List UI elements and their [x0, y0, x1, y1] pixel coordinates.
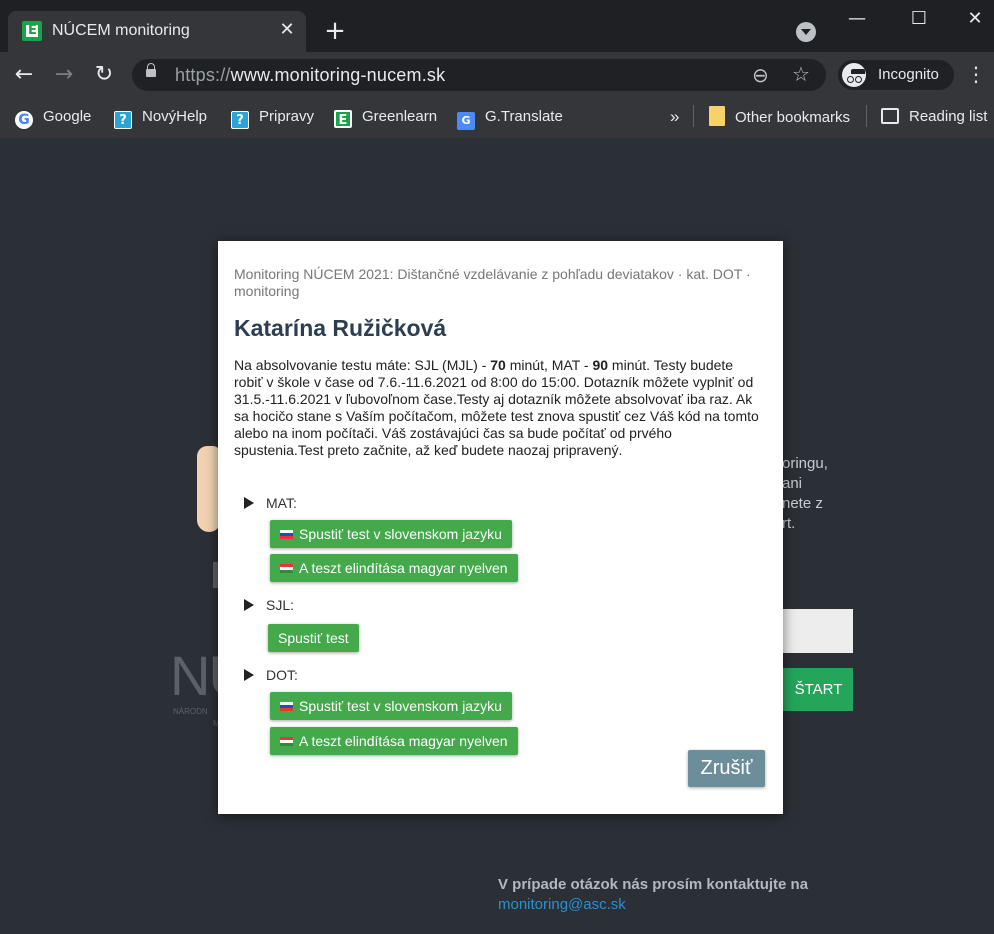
- section-dot[interactable]: DOT:: [244, 667, 298, 683]
- sjl-minutes: 70: [490, 357, 506, 373]
- mat-minutes: 90: [592, 357, 609, 373]
- bookmark-novyhelp[interactable]: ? NovýHelp: [114, 106, 207, 129]
- help-icon: ?: [114, 111, 132, 129]
- other-bookmarks[interactable]: Other bookmarks: [709, 106, 850, 128]
- section-sjl[interactable]: SJL:: [244, 597, 294, 613]
- dialog-description: Na absolvovanie testu máte: SJL (MJL) - …: [234, 357, 759, 458]
- dot-start-hu-button[interactable]: A teszt elindítása magyar nyelven: [270, 727, 518, 755]
- browser-toolbar: ← → ↻ https://www.monitoring-nucem.sk ⊖ …: [0, 52, 994, 97]
- slovak-flag-icon: [280, 702, 293, 711]
- mat-start-sk-button[interactable]: Spustiť test v slovenskom jazyku: [270, 520, 512, 548]
- cancel-button[interactable]: Zrušiť: [688, 750, 765, 787]
- back-icon[interactable]: ←: [10, 61, 38, 89]
- slovak-flag-icon: [280, 530, 293, 539]
- help-icon: ?: [231, 111, 249, 129]
- forward-icon[interactable]: →: [50, 61, 78, 89]
- intro-text-line: nete z: [782, 495, 823, 512]
- new-tab-icon[interactable]: +: [322, 18, 348, 45]
- bookmark-star-icon[interactable]: ☆: [792, 62, 810, 86]
- zoom-out-icon[interactable]: ⊖: [752, 63, 769, 87]
- contact-info: V prípade otázok nás prosím kontaktujte …: [498, 875, 808, 915]
- incognito-badge[interactable]: Incognito: [838, 60, 954, 90]
- incognito-label: Incognito: [878, 66, 939, 83]
- contact-email-link[interactable]: monitoring@asc.sk: [498, 896, 626, 913]
- incognito-icon: [842, 63, 866, 87]
- tab-close-icon[interactable]: ✕: [276, 19, 298, 41]
- section-mat[interactable]: MAT:: [244, 495, 297, 511]
- tab-strip: E NÚCEM monitoring ✕ + — ☐ ✕: [0, 0, 994, 52]
- bookmark-pripravy[interactable]: ? Pripravy: [231, 106, 314, 129]
- intro-text-line: oringu,: [782, 455, 828, 472]
- logo-subtitle: NÁRODN: [173, 707, 208, 716]
- bookmark-separator: [693, 105, 694, 127]
- more-bookmarks-icon[interactable]: »: [670, 106, 679, 128]
- minimize-icon[interactable]: —: [842, 8, 872, 30]
- intro-text-line: rt.: [782, 515, 796, 532]
- folder-icon: [709, 106, 725, 126]
- expand-triangle-icon[interactable]: [244, 669, 254, 681]
- expand-triangle-icon[interactable]: [244, 599, 254, 611]
- bookmarks-bar: G Google ? NovýHelp ? Pripravy E Greenlearn …: [0, 97, 994, 139]
- hungarian-flag-icon: [280, 737, 293, 746]
- reading-list-icon: [881, 108, 899, 124]
- maximize-icon[interactable]: ☐: [904, 8, 934, 30]
- google-icon: G: [15, 111, 33, 129]
- reload-icon[interactable]: ↻: [90, 61, 118, 89]
- tab-nucem[interactable]: E NÚCEM monitoring ✕: [8, 11, 306, 52]
- url-text[interactable]: https://www.monitoring-nucem.sk: [175, 65, 445, 86]
- address-bar[interactable]: https://www.monitoring-nucem.sk ⊖ ☆: [132, 59, 826, 91]
- hungarian-flag-icon: [280, 564, 293, 573]
- mat-start-hu-button[interactable]: A teszt elindítása magyar nyelven: [270, 554, 518, 582]
- bookmark-gtranslate[interactable]: G G.Translate: [457, 106, 563, 130]
- nucem-favicon-icon: E: [22, 21, 42, 41]
- greenlearn-icon: E: [334, 110, 352, 128]
- kebab-menu-icon[interactable]: ⋮: [966, 62, 986, 86]
- bookmark-greenlearn[interactable]: E Greenlearn: [334, 106, 437, 128]
- student-name: Katarína Ružičková: [234, 315, 447, 341]
- intro-text-line: ani: [782, 475, 803, 492]
- bookmark-google[interactable]: G Google: [15, 106, 91, 129]
- tab-search-icon[interactable]: [796, 22, 816, 42]
- close-window-icon[interactable]: ✕: [960, 8, 990, 30]
- sjl-start-button[interactable]: Spustiť test: [268, 624, 359, 652]
- lock-icon[interactable]: [146, 63, 156, 77]
- bookmark-separator: [866, 105, 867, 127]
- test-start-dialog: Monitoring NÚCEM 2021: Dištančné vzdeláv…: [218, 241, 783, 814]
- dot-start-sk-button[interactable]: Spustiť test v slovenskom jazyku: [270, 692, 512, 720]
- contact-text: V prípade otázok nás prosím kontaktujte …: [498, 876, 809, 893]
- tab-title: NÚCEM monitoring: [52, 22, 190, 39]
- expand-triangle-icon[interactable]: [244, 497, 254, 509]
- dialog-subtitle: Monitoring NÚCEM 2021: Dištančné vzdeláv…: [234, 266, 751, 299]
- reading-list[interactable]: Reading list: [881, 106, 987, 128]
- translate-icon: G: [457, 112, 475, 130]
